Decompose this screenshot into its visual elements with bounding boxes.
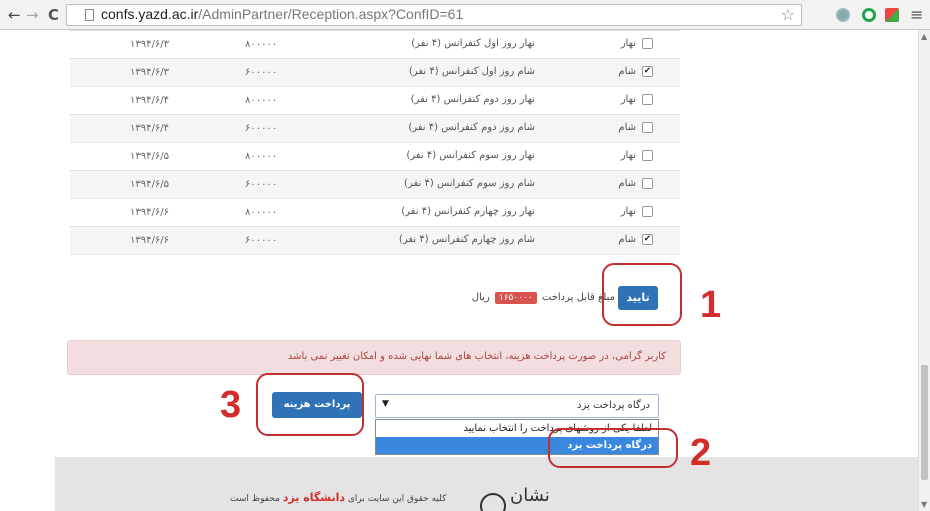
table-row: ۱۳۹۴/۶/۵ ۸۰۰۰۰۰ نهار روز سوم کنفرانس (۴ نف…	[70, 143, 680, 171]
annotation-box-gateway-option	[548, 428, 678, 468]
amount-unit: ریال	[471, 292, 490, 303]
row-meal-type: شام	[618, 234, 636, 245]
copyright-owner[interactable]: دانشگاه یزد	[283, 491, 345, 504]
row-description: نهار روز سوم کنفرانس (۴ نفر)	[406, 150, 535, 161]
annotation-step-1: 1	[700, 284, 722, 326]
annotation-step-2: 2	[690, 432, 712, 474]
address-bar[interactable]: confs.yazd.ac.ir/AdminPartner/Reception.…	[66, 4, 802, 26]
row-date: ۱۳۹۴/۶/۵	[130, 179, 169, 190]
extension-ring-icon[interactable]	[862, 8, 876, 22]
table-row: ۱۳۹۴/۶/۵ ۶۰۰۰۰۰ شام روز سوم کنفرانس (۴ نفر…	[70, 171, 680, 199]
row-description: شام روز سوم کنفرانس (۴ نفر)	[404, 178, 535, 189]
row-date: ۱۳۹۴/۶/۴	[130, 95, 169, 106]
row-price: ۶۰۰۰۰۰	[245, 123, 278, 134]
table-row: ۱۳۹۴/۶/۴ ۶۰۰۰۰۰ شام روز دوم کنفرانس (۴ نفر…	[70, 115, 680, 143]
row-description: شام روز اول کنفرانس (۴ نفر)	[408, 66, 535, 77]
bookmark-star-icon[interactable]: ☆	[781, 5, 795, 24]
menu-icon[interactable]: ≡	[910, 5, 923, 24]
url-text: confs.yazd.ac.ir/AdminPartner/Reception.…	[101, 6, 463, 22]
checkbox-unchecked[interactable]	[642, 122, 653, 133]
page-viewport: ۱۳۹۴/۶/۳ ۸۰۰۰۰۰ نهار روز اول کنفرانس (۴ نف…	[0, 30, 918, 511]
copyright-prefix: کلیه حقوق این سایت برای	[347, 494, 447, 504]
row-description: نهار روز اول کنفرانس (۴ نفر)	[411, 38, 535, 49]
copyright-suffix: محفوظ است	[230, 494, 280, 504]
row-description: نهار روز دوم کنفرانس (۴ نفر)	[410, 94, 535, 105]
checkbox-unchecked[interactable]	[642, 94, 653, 105]
browser-toolbar: ← → C confs.yazd.ac.ir/AdminPartner/Rece…	[0, 0, 930, 30]
back-arrow-icon[interactable]: ←	[8, 6, 21, 24]
url-host: confs.yazd.ac.ir	[101, 6, 199, 22]
gateway-select[interactable]: درگاه پرداخت یزد ▼	[375, 394, 659, 418]
row-meal-type: نهار	[620, 38, 636, 49]
amount-badge: ۱۶۵۰۰۰۰	[494, 292, 537, 304]
checkbox-unchecked[interactable]	[642, 150, 653, 161]
gateway-selected-value: درگاه پرداخت یزد	[577, 400, 650, 411]
table-row: ۱۳۹۴/۶/۳ ۶۰۰۰۰۰ شام روز اول کنفرانس (۴ نفر…	[70, 59, 680, 87]
checkbox-checked[interactable]: ✔	[642, 66, 653, 77]
row-price: ۶۰۰۰۰۰	[245, 179, 278, 190]
row-description: شام روز چهارم کنفرانس (۴ نفر)	[398, 234, 535, 245]
meal-table: ۱۳۹۴/۶/۳ ۸۰۰۰۰۰ نهار روز اول کنفرانس (۴ نف…	[70, 30, 680, 255]
copyright-text: کلیه حقوق این سایت برای دانشگاه یزد محفو…	[230, 491, 446, 504]
scroll-down-arrow-icon[interactable]: ▼	[921, 500, 927, 509]
table-row: ۱۳۹۴/۶/۴ ۸۰۰۰۰۰ نهار روز دوم کنفرانس (۴ نف…	[70, 87, 680, 115]
row-date: ۱۳۹۴/۶/۶	[130, 235, 169, 246]
payable-amount: مبلغ قابل پرداخت ۱۶۵۰۰۰۰ ریال	[472, 292, 615, 304]
warning-alert: کاربر گرامی، در صورت پرداخت هزینه، انتخا…	[67, 340, 681, 375]
row-price: ۸۰۰۰۰۰	[245, 95, 278, 106]
row-price: ۶۰۰۰۰۰	[245, 235, 278, 246]
checkbox-unchecked[interactable]	[642, 178, 653, 189]
checkbox-unchecked[interactable]	[642, 38, 653, 49]
row-meal-type: نهار	[620, 150, 636, 161]
row-meal-type: نهار	[620, 206, 636, 217]
annotation-box-confirm	[602, 263, 682, 326]
checkbox-unchecked[interactable]	[642, 206, 653, 217]
extension-app-icon[interactable]	[885, 8, 899, 22]
forward-arrow-icon[interactable]: →	[26, 6, 39, 24]
checkbox-checked[interactable]: ✔	[642, 234, 653, 245]
logo-text: نشان	[510, 485, 550, 506]
annotation-step-3: 3	[220, 384, 242, 426]
url-path: /AdminPartner/Reception.aspx?ConfID=61	[198, 6, 464, 22]
dropdown-arrow-icon: ▼	[382, 399, 389, 409]
page-footer: کلیه حقوق این سایت برای دانشگاه یزد محفو…	[55, 457, 918, 511]
row-price: ۸۰۰۰۰۰	[245, 207, 278, 218]
row-description: نهار روز چهارم کنفرانس (۴ نفر)	[401, 206, 535, 217]
row-date: ۱۳۹۴/۶/۵	[130, 151, 169, 162]
scroll-up-arrow-icon[interactable]: ▲	[921, 32, 927, 41]
row-date: ۱۳۹۴/۶/۴	[130, 123, 169, 134]
row-price: ۸۰۰۰۰۰	[245, 39, 278, 50]
vertical-scrollbar[interactable]: ▲ ▼	[918, 30, 930, 511]
page-icon	[85, 9, 94, 21]
row-date: ۱۳۹۴/۶/۳	[130, 39, 169, 50]
row-date: ۱۳۹۴/۶/۶	[130, 207, 169, 218]
university-logo-icon	[480, 493, 506, 511]
extension-globe-icon[interactable]	[836, 8, 850, 22]
row-price: ۸۰۰۰۰۰	[245, 151, 278, 162]
row-meal-type: نهار	[620, 94, 636, 105]
row-date: ۱۳۹۴/۶/۳	[130, 67, 169, 78]
scroll-thumb[interactable]	[921, 365, 928, 480]
table-row: ۱۳۹۴/۶/۶ ۸۰۰۰۰۰ نهار روز چهارم کنفرانس (۴ …	[70, 199, 680, 227]
table-row: ۱۳۹۴/۶/۳ ۸۰۰۰۰۰ نهار روز اول کنفرانس (۴ نف…	[70, 31, 680, 59]
annotation-box-pay	[256, 373, 364, 436]
row-meal-type: شام	[618, 66, 636, 77]
reload-icon[interactable]: C	[48, 6, 59, 24]
table-row: ۱۳۹۴/۶/۶ ۶۰۰۰۰۰ شام روز چهارم کنفرانس (۴ ن…	[70, 227, 680, 255]
row-meal-type: شام	[618, 178, 636, 189]
row-description: شام روز دوم کنفرانس (۴ نفر)	[408, 122, 535, 133]
row-price: ۶۰۰۰۰۰	[245, 67, 278, 78]
row-meal-type: شام	[618, 122, 636, 133]
